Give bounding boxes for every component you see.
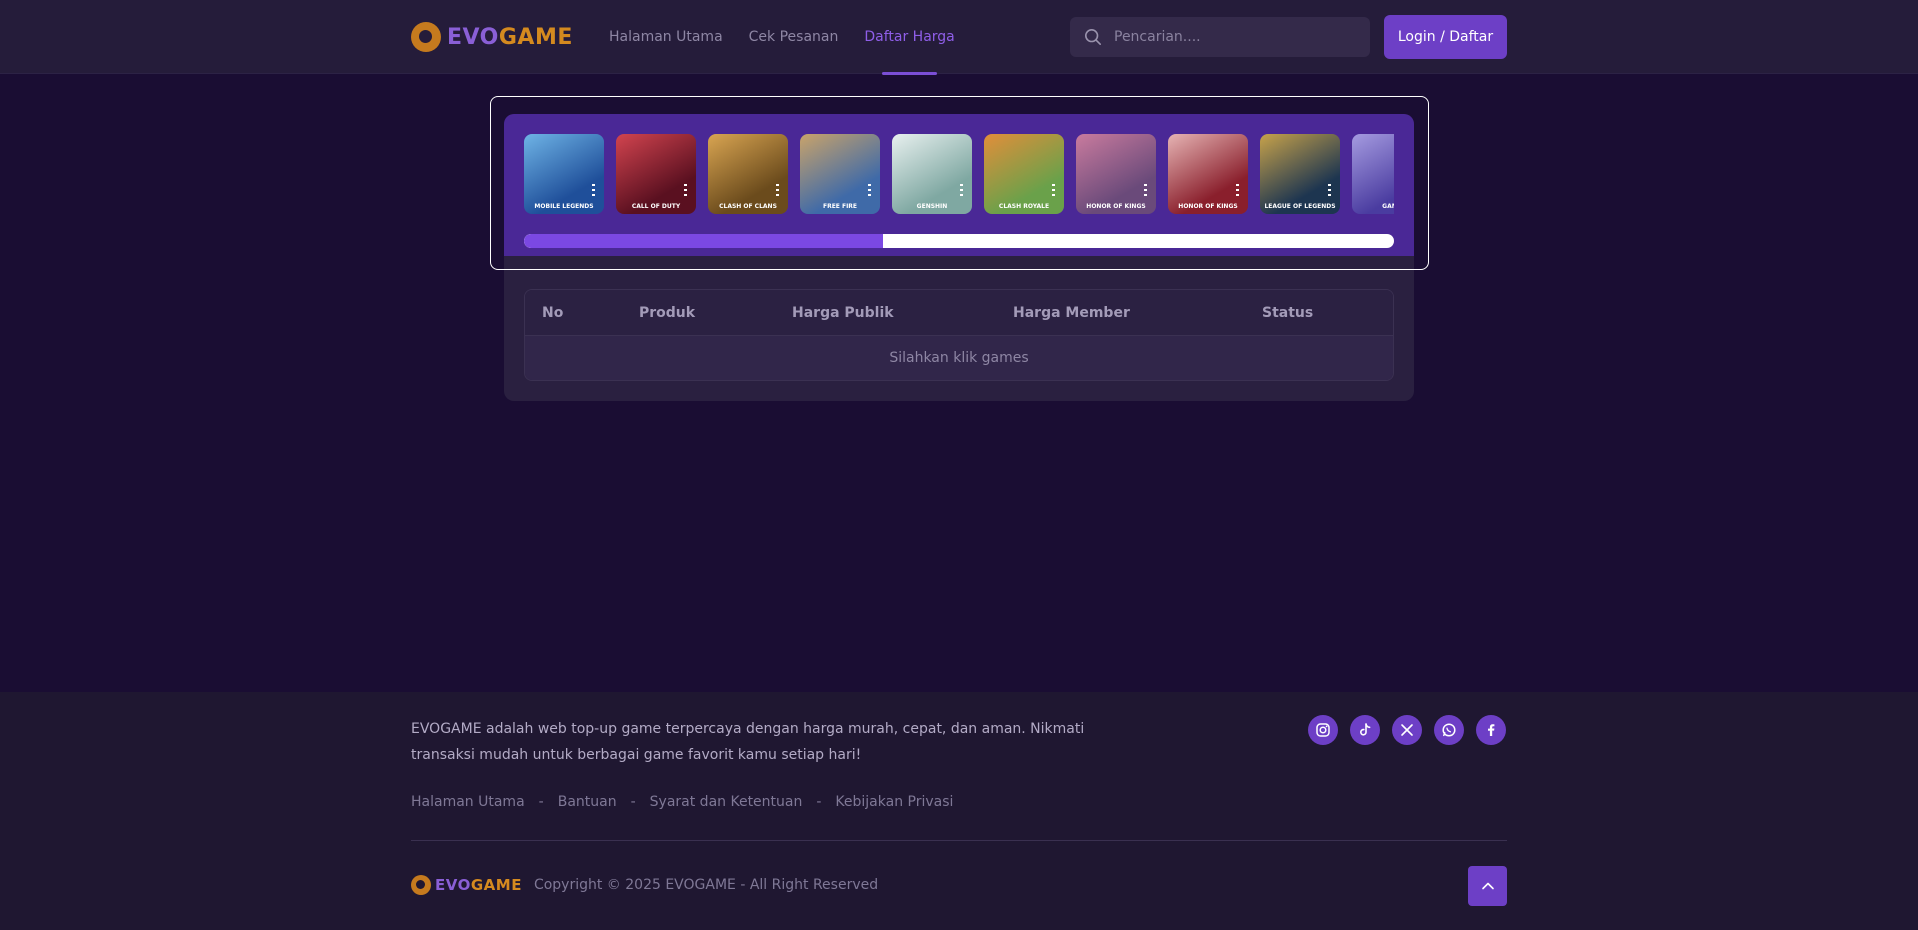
game-thumbnail-caption: LEAGUE OF LEGENDS <box>1264 203 1336 210</box>
logo-text-game: GAME <box>498 24 573 50</box>
game-thumbnail-caption: GAME <box>1382 203 1394 210</box>
price-table: No Produk Harga Publik Harga Member Stat… <box>524 289 1394 381</box>
game-thumbnail[interactable]: LEAGUE OF LEGENDS <box>1260 134 1340 214</box>
column-header-no: No <box>542 305 564 321</box>
footer-bottom-bar: EVOGAME Copyright © 2025 EVOGAME - All R… <box>411 875 878 895</box>
site-logo[interactable]: EVOGAME <box>411 20 573 54</box>
chevron-up-icon <box>1481 882 1494 890</box>
copyright-text: Copyright © 2025 EVOGAME - All Right Res… <box>533 877 879 893</box>
game-thumbnail-strip[interactable]: MOBILE LEGENDS CALL OF DUTY CLASH OF CLANS… <box>524 134 1394 214</box>
search-box <box>1070 17 1370 57</box>
table-header-row: No Produk Harga Publik Harga Member Stat… <box>525 290 1393 336</box>
table-empty-message: Silahkan klik games <box>525 336 1393 380</box>
footer-link-separator: - <box>538 794 544 810</box>
footer-link-bantuan[interactable]: Bantuan <box>558 794 617 810</box>
footer-link-separator: - <box>816 794 822 810</box>
footer-logo-text: EVOGAME <box>435 876 522 894</box>
facebook-icon[interactable] <box>1476 715 1506 745</box>
game-thumbnail-caption: CLASH ROYALE <box>998 203 1050 210</box>
nav-daftar-harga[interactable]: Daftar Harga <box>864 0 955 75</box>
logo-text: EVOGAME <box>447 25 573 50</box>
column-header-status: Status <box>1262 305 1314 321</box>
footer-logo[interactable]: EVOGAME <box>411 875 522 895</box>
more-options-icon <box>1144 184 1147 198</box>
more-options-icon <box>960 184 963 198</box>
slider-scrollbar[interactable] <box>524 234 1394 248</box>
logo-text-evo: EVO <box>435 876 471 894</box>
game-thumbnail-caption: CLASH OF CLANS <box>719 203 777 210</box>
more-options-icon <box>868 184 871 198</box>
footer-link-halaman-utama[interactable]: Halaman Utama <box>411 794 525 810</box>
footer-link-syarat-ketentuan[interactable]: Syarat dan Ketentuan <box>650 794 803 810</box>
whatsapp-icon[interactable] <box>1434 715 1464 745</box>
more-options-icon <box>1052 184 1055 198</box>
game-thumbnail[interactable]: FREE FIRE <box>800 134 880 214</box>
search-icon <box>1084 28 1102 46</box>
nav-cek-pesanan[interactable]: Cek Pesanan <box>749 0 839 74</box>
game-thumbnail[interactable]: GAME <box>1352 134 1394 214</box>
game-thumbnail-caption: MOBILE LEGENDS <box>534 203 594 210</box>
game-thumbnail-caption: CALL OF DUTY <box>631 203 681 210</box>
more-options-icon <box>592 184 595 198</box>
top-navbar: EVOGAME Halaman Utama Cek Pesanan Daftar… <box>0 0 1918 75</box>
game-thumbnail[interactable]: GENSHIN <box>892 134 972 214</box>
game-thumbnail-caption: FREE FIRE <box>822 203 858 210</box>
game-thumbnail-caption: HONOR OF KINGS <box>1178 203 1238 210</box>
game-thumbnail[interactable]: MOBILE LEGENDS <box>524 134 604 214</box>
footer-description: EVOGAME adalah web top-up game terpercay… <box>411 721 1085 763</box>
logo-text-game: GAME <box>470 876 522 894</box>
more-options-icon <box>1328 184 1331 198</box>
logo-mark-icon <box>411 22 441 52</box>
game-thumbnail[interactable]: CALL OF DUTY <box>616 134 696 214</box>
game-thumbnail[interactable]: CLASH ROYALE <box>984 134 1064 214</box>
instagram-icon[interactable] <box>1308 715 1338 745</box>
scroll-to-top-button[interactable] <box>1468 866 1507 906</box>
game-thumbnail[interactable]: CLASH OF CLANS <box>708 134 788 214</box>
site-footer: EVOGAME adalah web top-up game terpercay… <box>0 692 1918 930</box>
more-options-icon <box>776 184 779 198</box>
game-thumbnail[interactable]: HONOR OF KINGS <box>1168 134 1248 214</box>
nav-halaman-utama[interactable]: Halaman Utama <box>609 0 723 74</box>
game-thumbnail[interactable]: HONOR OF KINGS <box>1076 134 1156 214</box>
column-header-harga-member: Harga Member <box>1013 305 1130 321</box>
column-header-produk: Produk <box>639 305 696 321</box>
footer-link-separator: - <box>630 794 636 810</box>
main-nav: Halaman Utama Cek Pesanan Daftar Harga <box>609 0 981 75</box>
column-header-harga-publik: Harga Publik <box>792 305 894 321</box>
slider-scrollbar-thumb[interactable] <box>524 234 884 248</box>
more-options-icon <box>1236 184 1239 198</box>
social-links <box>1308 715 1506 745</box>
logo-mark-icon <box>411 875 431 895</box>
footer-links: Halaman Utama - Bantuan - Syarat dan Ket… <box>411 794 953 810</box>
footer-link-kebijakan-privasi[interactable]: Kebijakan Privasi <box>835 794 953 810</box>
logo-text-evo: EVO <box>447 24 499 50</box>
search-input[interactable] <box>1114 17 1354 57</box>
game-thumbnail-caption: HONOR OF KINGS <box>1086 203 1146 210</box>
game-thumbnail-caption: GENSHIN <box>916 203 948 210</box>
more-options-icon <box>684 184 687 198</box>
tiktok-icon[interactable] <box>1350 715 1380 745</box>
footer-divider <box>411 840 1507 841</box>
x-icon[interactable] <box>1392 715 1422 745</box>
login-register-button[interactable]: Login / Daftar <box>1384 15 1507 59</box>
